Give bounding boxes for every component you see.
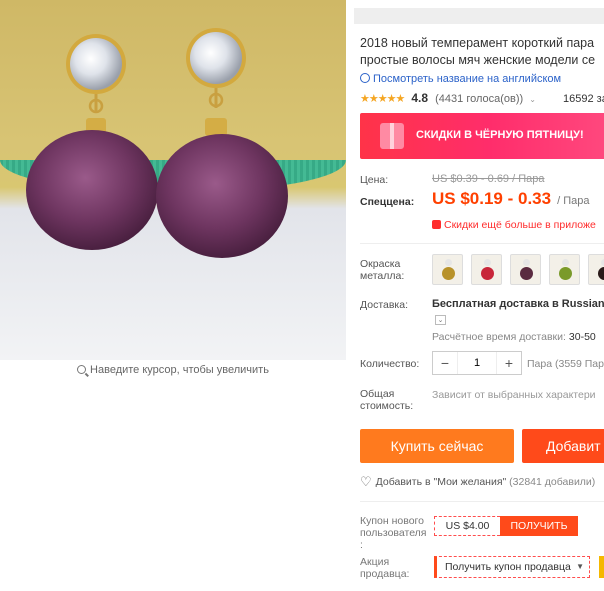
earrings-illustration [26, 28, 288, 258]
buy-now-button[interactable]: Купить сейчас [360, 429, 514, 463]
shipping-dropdown-toggle[interactable]: ⌄ [435, 315, 446, 325]
swatch-ball [481, 267, 494, 280]
app-discount-note[interactable]: Скидки ещё больше в приложе [432, 219, 596, 231]
seller-coupon-text: Получить купон продавца [445, 561, 571, 573]
old-price: US $0.39 - 0.69 / Пара [432, 173, 545, 185]
color-swatches [432, 254, 604, 285]
seller-coupon-dropdown[interactable]: Получить купон продавца ▼ [434, 556, 590, 578]
zoom-hint-text: Наведите курсор, чтобы увеличить [90, 364, 269, 376]
color-swatch[interactable] [432, 254, 463, 285]
swatch-ball [559, 267, 572, 280]
metal-color-label-line-2: металла: [360, 270, 405, 282]
banner-text: СКИДКИ В ЧЁРНУЮ ПЯТНИЦУ! [416, 129, 584, 141]
swatch-stone [523, 259, 530, 266]
votes-link[interactable]: (4431 голоса(ов)) [435, 93, 523, 105]
rating-row: ★★★★★ 4.8 (4431 голоса(ов)) ⌄ 16592 зак [360, 91, 604, 105]
product-details: 2018 новый темперамент короткий пара про… [346, 0, 604, 591]
divider [360, 501, 604, 502]
color-swatch[interactable] [549, 254, 580, 285]
add-to-wishlist-link[interactable]: ♡ Добавить в "Мои желания" (32841 добавил… [360, 474, 595, 490]
product-title: 2018 новый темперамент короткий пара про… [360, 35, 604, 69]
zoom-hint: Наведите курсор, чтобы увеличить [0, 364, 346, 376]
special-price-label: Спеццена: [360, 196, 415, 208]
special-price-value: US $0.19 - 0.33 [432, 189, 552, 208]
color-swatch[interactable] [471, 254, 502, 285]
rating-score: 4.8 [411, 91, 429, 105]
quantity-label: Количество: [360, 358, 420, 370]
swatch-ball [598, 267, 604, 280]
shipping-eta-days: 30-50 [568, 331, 596, 343]
translate-link-text: Посмотреть название на английском [373, 73, 562, 85]
wishlist-text: Добавить в "Мои желания" [375, 476, 507, 488]
heart-icon: ♡ [360, 474, 372, 489]
swatch-ball [442, 267, 455, 280]
total-note: Зависит от выбранных характери [432, 389, 596, 401]
translate-title-link[interactable]: Посмотреть название на английском [360, 73, 561, 85]
rating-stars: ★★★★★ [360, 93, 405, 105]
color-swatch[interactable] [588, 254, 604, 285]
add-to-cart-button[interactable]: Добавит [522, 429, 604, 463]
swatch-ball [520, 267, 533, 280]
shipping-eta: Расчётное время доставки: 30-50 [432, 331, 596, 343]
product-title-line-2: простые волосы мяч женские модели се [360, 53, 596, 67]
quantity-decrease-button[interactable]: − [433, 355, 457, 371]
seller-promo-label: Акция продавца: [360, 556, 409, 580]
product-title-line-1: 2018 новый темперамент короткий пара [360, 36, 595, 50]
total-label-line-1: Общая [360, 388, 395, 400]
new-user-coupon-label: Купон нового пользователя : [360, 515, 427, 551]
total-label-line-2: стоимость: [360, 400, 414, 412]
shipping-label: Доставка: [360, 299, 409, 311]
price-label: Цена: [360, 174, 389, 186]
swatch-stone [484, 259, 491, 266]
app-discount-text: Скидки ещё больше в приложе [444, 219, 596, 231]
quantity-input[interactable] [457, 352, 497, 374]
offscreen-tab [599, 556, 604, 578]
globe-icon [360, 73, 370, 83]
swatch-stone [445, 259, 452, 266]
new-user-coupon-label-line-3: : [360, 539, 363, 551]
discount-tag-icon [432, 220, 441, 229]
swatch-stone [562, 259, 569, 266]
quantity-stepper: − + [432, 351, 522, 375]
quantity-available-note: Пара (3559 Пара [527, 358, 604, 370]
shipping-method: Бесплатная доставка в Russian F [432, 298, 604, 310]
new-user-coupon-value: US $4.00 [434, 516, 500, 536]
new-user-coupon-label-line-1: Купон нового [360, 515, 424, 527]
magnifier-icon [77, 365, 87, 374]
chevron-down-icon: ⌄ [529, 95, 536, 104]
total-label: Общая стоимость: [360, 388, 413, 412]
seller-promo-label-line-2: продавца: [360, 568, 410, 580]
color-swatch[interactable] [510, 254, 541, 285]
metal-color-label: Окраска металла: [360, 258, 404, 282]
seller-promo-label-line-1: Акция [360, 556, 390, 568]
caret-down-icon: ▼ [576, 562, 584, 571]
black-friday-banner[interactable]: СКИДКИ В ЧЁРНУЮ ПЯТНИЦУ! [360, 113, 604, 159]
quantity-increase-button[interactable]: + [497, 355, 521, 371]
product-image[interactable] [0, 0, 346, 360]
shipping-eta-label: Расчётное время доставки: [432, 331, 566, 343]
new-user-coupon-label-line-2: пользователя [360, 527, 427, 539]
divider [360, 243, 604, 244]
metal-color-label-line-1: Окраска [360, 258, 401, 270]
top-placeholder-bar [354, 8, 604, 24]
wishlist-count: (32841 добавили) [509, 476, 596, 488]
get-coupon-button[interactable]: ПОЛУЧИТЬ [500, 516, 578, 536]
price-unit: / Пара [557, 195, 590, 207]
special-price: US $0.19 - 0.33 / Пара [432, 189, 589, 209]
gift-icon [380, 123, 404, 149]
orders-count: 16592 зак [563, 93, 604, 105]
